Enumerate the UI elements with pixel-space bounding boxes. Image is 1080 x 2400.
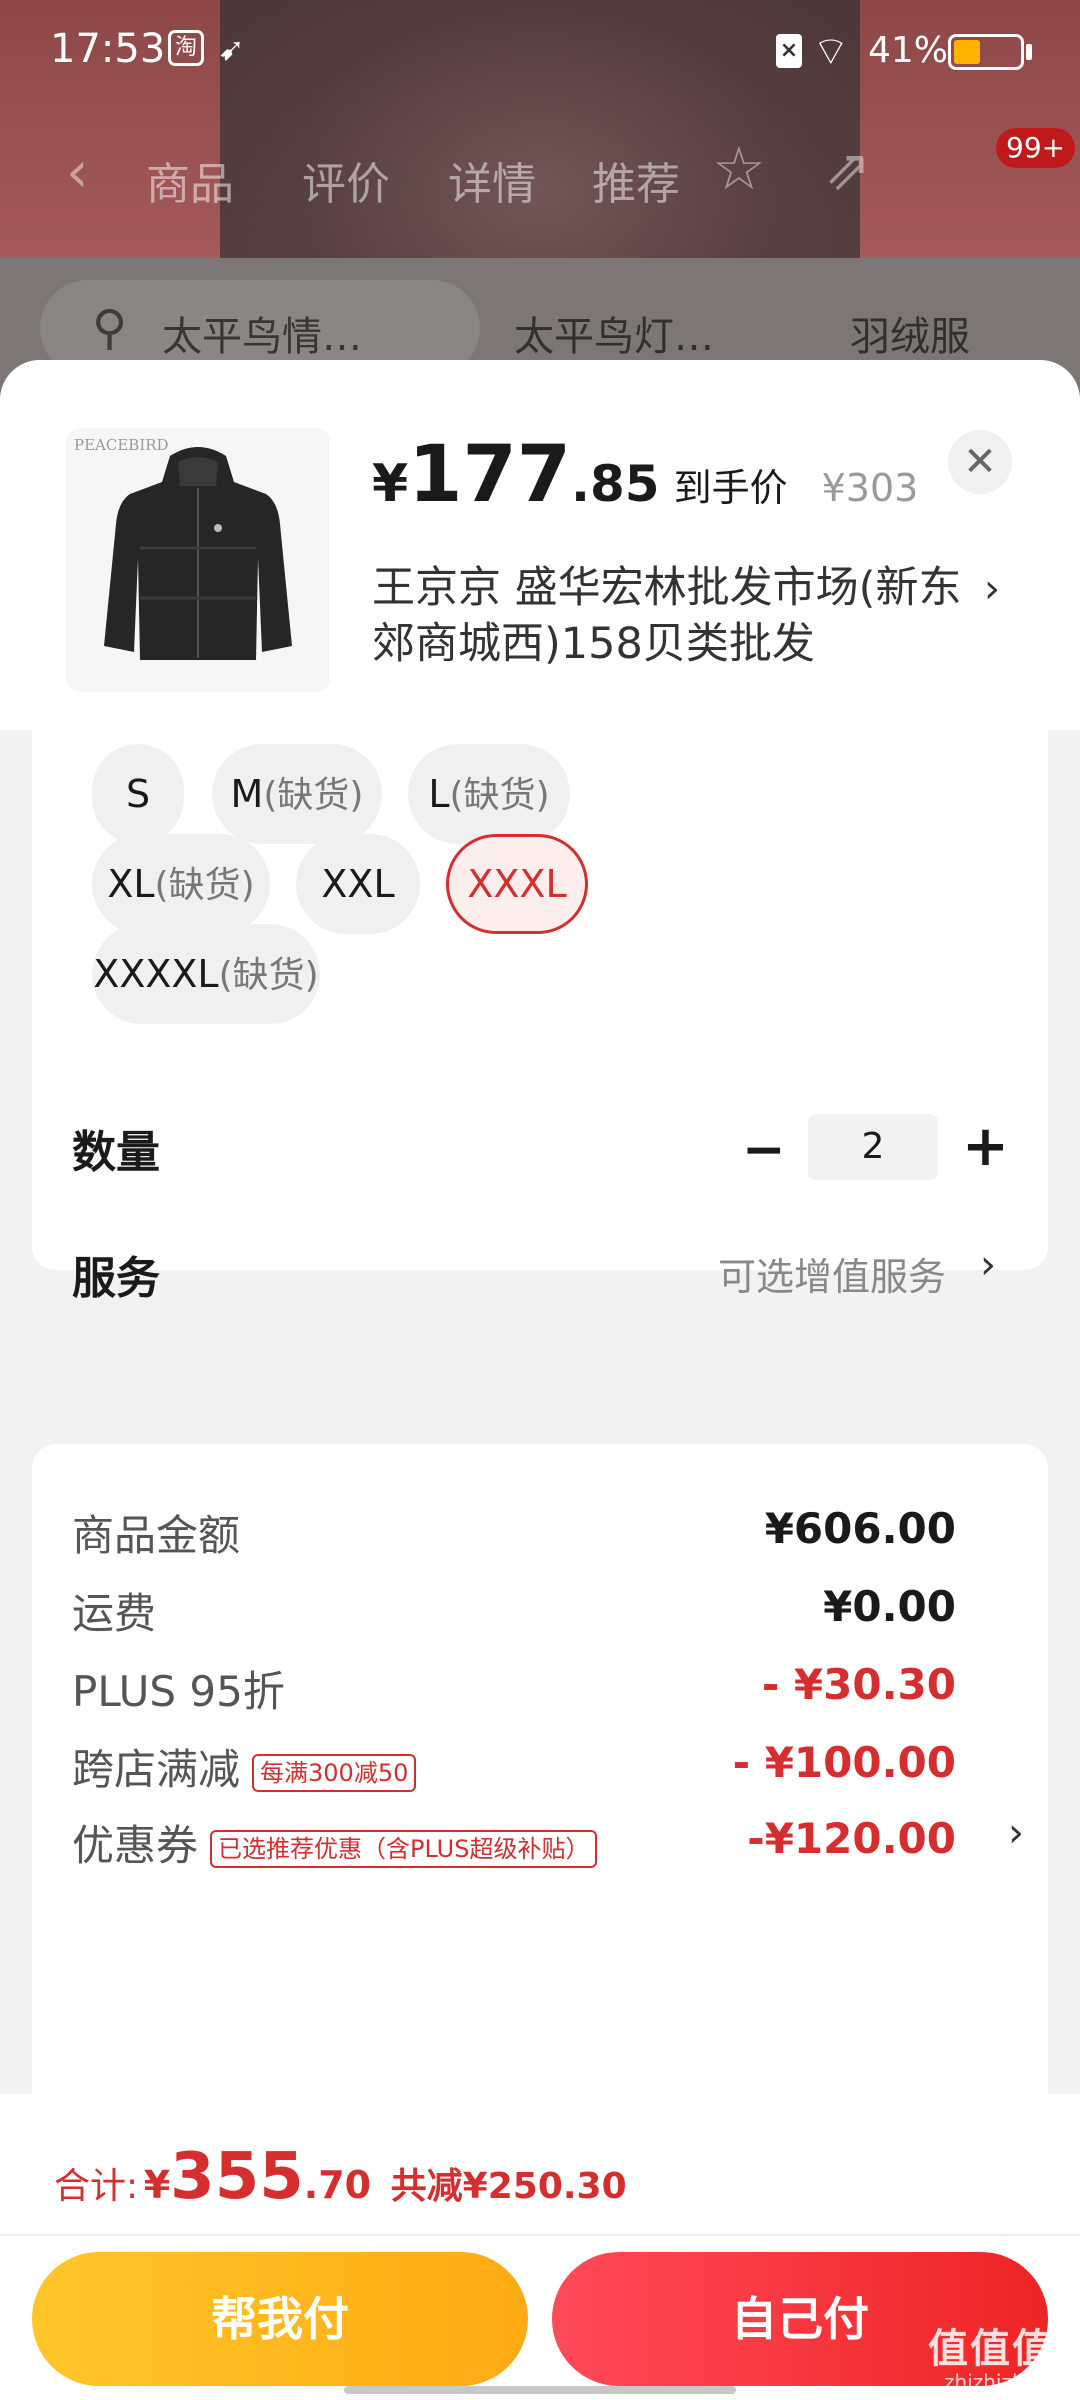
spec-card: S M(缺货) L(缺货) XL(缺货) XXL XXXL XXXXL(缺货) … [32,730,1048,1304]
price-symbol: ¥ [372,454,409,514]
product-thumbnail[interactable]: PEACEBIRD [66,428,330,692]
back-icon[interactable]: ‹ [66,140,88,205]
service-value[interactable]: 可选增值服务 [718,1246,946,1301]
search-keyword[interactable]: 太平鸟灯… [514,304,714,362]
price-row: ¥177.85 到手价 ¥303 [372,430,918,520]
size-label: M [230,772,264,816]
size-label: XXXL [467,862,567,906]
sheet-header: PEACEBIRD ¥177.85 到手价 ¥303 ✕ 王京京 盛华宏林批发市场(… [0,360,1080,730]
plus-discount-label: PLUS 95折 [72,1667,285,1716]
goods-amount-label: 商品金额 [72,1511,241,1560]
jacket-image [104,447,292,660]
quantity-input[interactable]: 2 [808,1114,938,1180]
purchase-sheet: PEACEBIRD ¥177.85 到手价 ¥303 ✕ 王京京 盛华宏林批发市场(… [0,360,1080,2400]
tab-product[interactable]: 商品 [146,148,234,212]
size-chip-xxl[interactable]: XXL [296,834,420,934]
home-indicator[interactable] [344,2386,736,2394]
coupon-value[interactable]: -¥120.00 [747,1814,956,1863]
total-row: 合计: ¥355.70 共减¥250.30 [54,2140,627,2214]
plus-discount-value: - ¥30.30 [761,1660,956,1709]
total-saved: 共减¥250.30 [390,2166,627,2207]
battery-percent: 41% [868,30,949,71]
total-decimal: .70 [303,2163,372,2207]
size-chip-xxxxl[interactable]: XXXXL(缺货) [92,924,320,1024]
size-label: L [428,772,450,816]
size-chip-s[interactable]: S [92,744,184,844]
size-stock: (缺货) [218,955,319,996]
total-symbol: ¥ [143,2163,171,2207]
cart-badge: 99+ [996,128,1076,168]
chevron-right-icon[interactable]: › [1008,1810,1024,1856]
quantity-plus-button[interactable]: + [962,1114,1009,1179]
share-icon[interactable]: ⇗ [824,138,871,203]
total-label: 合计: [54,2166,139,2207]
battery-icon [948,34,1024,70]
search-keyword[interactable]: 太平鸟情… [162,304,362,362]
quantity-label: 数量 [72,1127,160,1178]
size-stock: (缺货) [449,775,550,816]
price-summary-card: 商品金额 ¥606.00 运费 ¥0.00 PLUS 95折 - ¥30.30 … [32,1444,1048,2144]
search-icon: ⚲ [92,300,128,356]
footer-divider [0,2234,1080,2236]
taobao-icon: 淘 [168,30,204,66]
wifi-icon: ⌔ [812,29,850,75]
shipping-value: ¥0.00 [823,1582,956,1631]
shop-name[interactable]: 王京京 盛华宏林批发市场(新东郊商城西)158贝类批发 [372,560,972,672]
status-time: 17:53 [50,26,166,72]
cross-store-label: 跨店满减 每满300减50 [72,1736,417,1797]
size-chip-xxxl[interactable]: XXXL [446,834,588,934]
size-label: XXL [321,862,395,906]
cross-store-text: 跨店满减 [72,1745,241,1794]
close-button[interactable]: ✕ [948,430,1012,494]
watermark-logo: 值值值 [928,2326,1054,2372]
cross-store-tag: 每满300减50 [252,1753,417,1792]
checkout-footer: 合计: ¥355.70 共减¥250.30 帮我付 自己付 [0,2094,1080,2400]
search-keyword[interactable]: 羽绒服 [850,304,970,362]
thumbnail-brand: PEACEBIRD [74,436,169,454]
original-price: ¥303 [821,466,919,510]
size-stock: (缺货) [263,775,364,816]
cross-store-value: - ¥100.00 [732,1738,956,1787]
size-label: S [125,772,151,816]
shipping-label: 运费 [72,1589,157,1638]
coupon-label[interactable]: 优惠券 已选推荐优惠（含PLUS超级补贴） [72,1812,598,1873]
bird-icon: ➹ [218,30,245,68]
goods-amount-value: ¥606.00 [764,1504,956,1553]
battery-cap [1026,44,1032,60]
price-integer: 177 [408,430,572,520]
size-stock: (缺货) [154,865,255,906]
watermark-url: zhizhizhi.com [944,2370,1080,2394]
total-integer: 355 [170,2140,304,2214]
favorite-star-icon[interactable]: ☆ [712,134,766,204]
help-me-pay-button[interactable]: 帮我付 [32,2252,528,2386]
battery-fill [954,40,980,64]
status-bar: 17:53 淘 ➹ × ⌔ 41% [0,0,1080,100]
service-label: 服务 [72,1253,160,1304]
tab-details[interactable]: 详情 [448,148,536,212]
coupon-tag: 已选推荐优惠（含PLUS超级补贴） [210,1829,598,1868]
quantity-minus-button[interactable]: − [742,1120,786,1180]
coupon-text: 优惠券 [72,1821,199,1870]
size-label: XXXXL [93,952,219,996]
tab-reviews[interactable]: 评价 [302,148,390,212]
chevron-right-icon[interactable]: › [980,1242,996,1288]
size-label: XL [107,862,155,906]
chevron-right-icon[interactable]: › [984,566,1000,612]
tab-recommend[interactable]: 推荐 [592,148,680,212]
price-decimal: .85 [571,455,660,513]
price-tag: 到手价 [673,466,788,510]
size-chip-xl[interactable]: XL(缺货) [92,834,270,934]
sim-icon: × [776,34,802,68]
close-icon: ✕ [963,439,997,485]
size-chip-l[interactable]: L(缺货) [408,744,570,844]
size-chip-m[interactable]: M(缺货) [212,744,382,844]
